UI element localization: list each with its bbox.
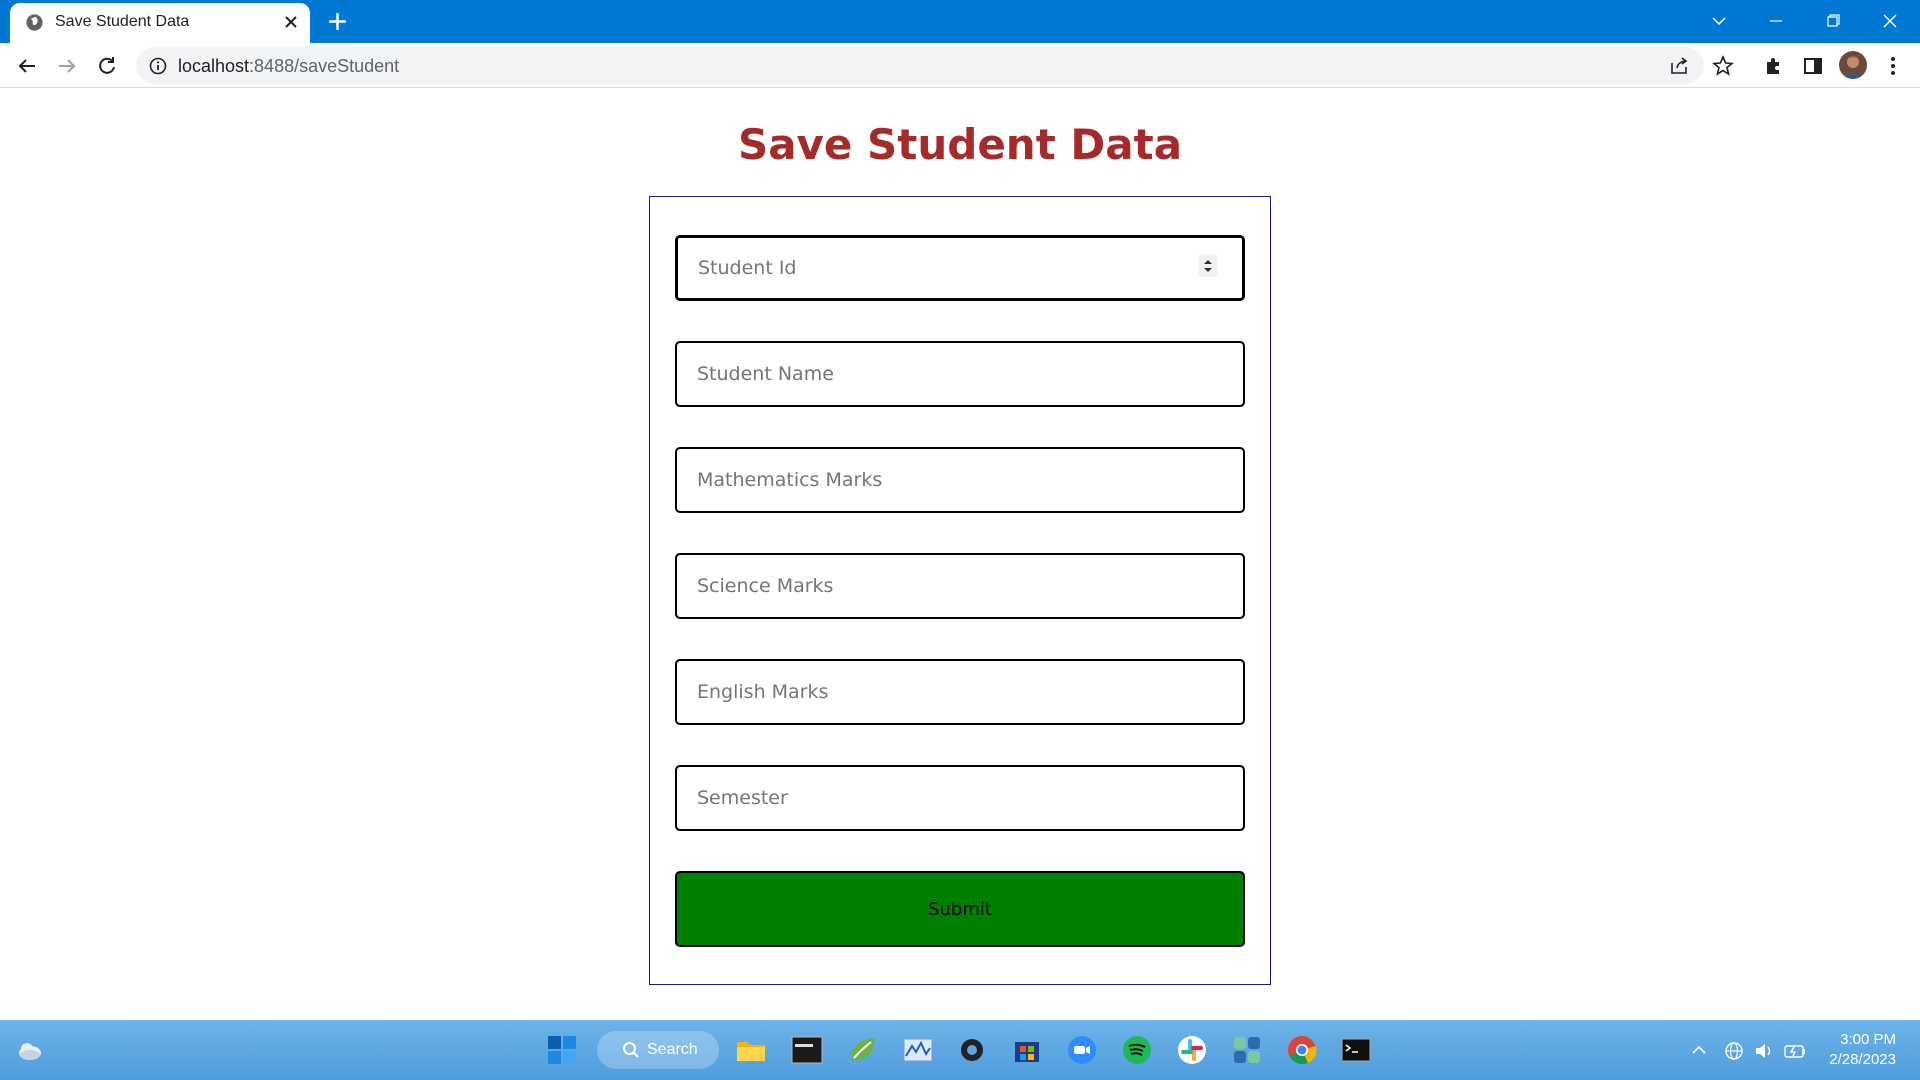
url-host: localhost: [178, 56, 250, 76]
network-globe-icon[interactable]: [1723, 1040, 1745, 1062]
extensions-icon[interactable]: [1759, 52, 1787, 80]
browser-toolbar: localhost:8488/saveStudent: [0, 43, 1920, 88]
url-text: localhost:8488/saveStudent: [178, 56, 399, 77]
minimize-icon[interactable]: [1761, 6, 1791, 36]
browser-titlebar: Save Student Data: [0, 0, 1920, 43]
address-bar[interactable]: localhost:8488/saveStudent: [136, 47, 1704, 84]
search-icon: [623, 1042, 639, 1058]
microsoft-store-icon[interactable]: [1011, 1034, 1043, 1066]
english-marks-input[interactable]: [675, 659, 1245, 725]
side-panel-icon[interactable]: [1799, 52, 1827, 80]
share-icon[interactable]: [1668, 55, 1690, 77]
mysql-shell-icon[interactable]: [791, 1034, 823, 1066]
terminal-icon[interactable]: [1340, 1034, 1372, 1066]
submit-button[interactable]: Submit: [675, 871, 1245, 947]
back-icon[interactable]: [13, 52, 41, 80]
performance-monitor-icon[interactable]: [902, 1034, 934, 1066]
avatar-image: [1842, 56, 1864, 79]
science-marks-input[interactable]: [675, 553, 1245, 619]
forward-icon[interactable]: [53, 52, 81, 80]
restore-icon[interactable]: [1818, 6, 1848, 36]
taskbar-search[interactable]: Search: [597, 1031, 719, 1069]
slack-icon[interactable]: [1176, 1034, 1208, 1066]
volume-icon[interactable]: [1753, 1040, 1775, 1062]
browser-tab[interactable]: Save Student Data: [10, 3, 310, 43]
clock-date: 2/28/2023: [1829, 1051, 1896, 1068]
chrome-icon[interactable]: [1286, 1034, 1318, 1066]
tab-title: Save Student Data: [55, 13, 190, 30]
profile-avatar[interactable]: [1839, 51, 1867, 79]
semester-input[interactable]: [675, 765, 1245, 831]
close-window-icon[interactable]: [1875, 6, 1905, 36]
zoom-icon[interactable]: [1066, 1034, 1098, 1066]
bookmark-star-icon[interactable]: [1709, 52, 1737, 80]
widgets-app-icon[interactable]: [1231, 1034, 1263, 1066]
battery-icon[interactable]: [1783, 1040, 1807, 1062]
reload-icon[interactable]: [93, 52, 121, 80]
weather-icon[interactable]: [14, 1034, 46, 1066]
chevron-up-icon[interactable]: [1689, 1042, 1709, 1058]
file-explorer-icon[interactable]: [735, 1034, 767, 1066]
student-form: Submit: [649, 196, 1271, 985]
number-spinner-icon[interactable]: [1199, 255, 1217, 277]
page-title: Save Student Data: [737, 120, 1183, 169]
url-path: :8488/saveStudent: [249, 56, 400, 76]
menu-kebab-icon[interactable]: [1879, 52, 1907, 80]
settings-gear-icon[interactable]: [956, 1034, 988, 1066]
info-icon[interactable]: [148, 56, 168, 76]
windows-taskbar: Search 3:00 PM 2/28/2023: [0, 1020, 1920, 1080]
close-tab-icon[interactable]: [280, 11, 302, 33]
new-tab-icon[interactable]: [325, 9, 350, 34]
clock-time: 3:00 PM: [1840, 1031, 1896, 1048]
student-name-input[interactable]: [675, 341, 1245, 407]
taskbar-search-label: Search: [647, 1041, 698, 1058]
taskbar-clock[interactable]: 3:00 PM 2/28/2023: [1820, 1030, 1896, 1070]
student-id-input[interactable]: [675, 235, 1245, 301]
mathematics-marks-input[interactable]: [675, 447, 1245, 513]
spring-tool-suite-icon[interactable]: [847, 1034, 879, 1066]
start-windows-icon[interactable]: [546, 1034, 578, 1066]
globe-icon: [26, 14, 43, 31]
spotify-icon[interactable]: [1121, 1034, 1153, 1066]
tab-search-icon[interactable]: [1704, 6, 1734, 36]
